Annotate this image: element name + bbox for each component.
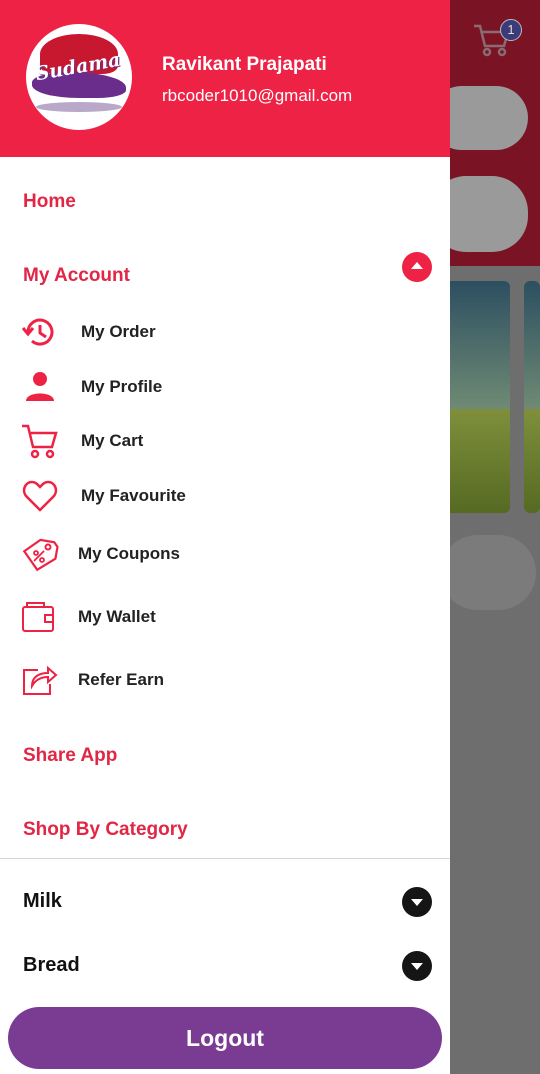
heart-icon [22, 480, 58, 512]
menu-item-refer-earn[interactable]: Refer Earn [20, 658, 440, 702]
background-card [440, 535, 536, 610]
menu-item-label: Refer Earn [78, 670, 164, 689]
menu-my-account[interactable]: My Account [23, 265, 130, 287]
user-email: rbcoder1010@gmail.com [162, 86, 353, 105]
category-row-bread[interactable]: Bread [0, 937, 450, 993]
menu-item-label: My Order [81, 322, 156, 341]
navigation-drawer: Sudama Ravikant Prajapati rbcoder1010@gm… [0, 0, 450, 1074]
wallet-icon [22, 602, 54, 632]
menu-item-my-wallet[interactable]: My Wallet [20, 595, 440, 639]
logout-button[interactable]: Logout [8, 1007, 442, 1069]
background-banner-image-next [524, 281, 540, 513]
menu-item-my-favourite[interactable]: My Favourite [20, 474, 440, 518]
coupon-icon [22, 538, 59, 572]
menu-item-label: My Cart [81, 431, 144, 450]
user-name: Ravikant Prajapati [162, 54, 327, 75]
person-icon [26, 372, 54, 401]
menu-shop-by-category[interactable]: Shop By Category [23, 819, 188, 841]
menu-item-label: My Wallet [78, 607, 156, 626]
menu-share-app[interactable]: Share App [23, 745, 117, 767]
share-icon [23, 665, 58, 695]
menu-item-my-cart[interactable]: My Cart [20, 419, 440, 463]
expand-category-icon[interactable] [402, 887, 432, 917]
menu-item-label: My Favourite [81, 486, 186, 505]
background-cart-badge: 1 [500, 19, 522, 41]
history-icon [21, 318, 54, 346]
background-banner-image [440, 281, 510, 513]
drawer-header: Sudama Ravikant Prajapati rbcoder1010@gm… [0, 0, 450, 157]
category-label: Milk [23, 890, 62, 912]
expand-category-icon[interactable] [402, 951, 432, 981]
collapse-account-toggle-icon[interactable] [402, 252, 432, 282]
brand-logo: Sudama [26, 24, 132, 130]
category-label: Bread [23, 954, 80, 976]
menu-home[interactable]: Home [23, 191, 76, 213]
menu-item-my-profile[interactable]: My Profile [20, 365, 440, 409]
category-divider [0, 858, 450, 859]
menu-item-my-coupons[interactable]: My Coupons [20, 532, 440, 576]
menu-item-my-order[interactable]: My Order [20, 310, 440, 354]
category-row-milk[interactable]: Milk [0, 873, 450, 929]
cart-icon [22, 424, 58, 459]
menu-item-label: My Coupons [78, 544, 180, 563]
menu-item-label: My Profile [81, 377, 163, 396]
